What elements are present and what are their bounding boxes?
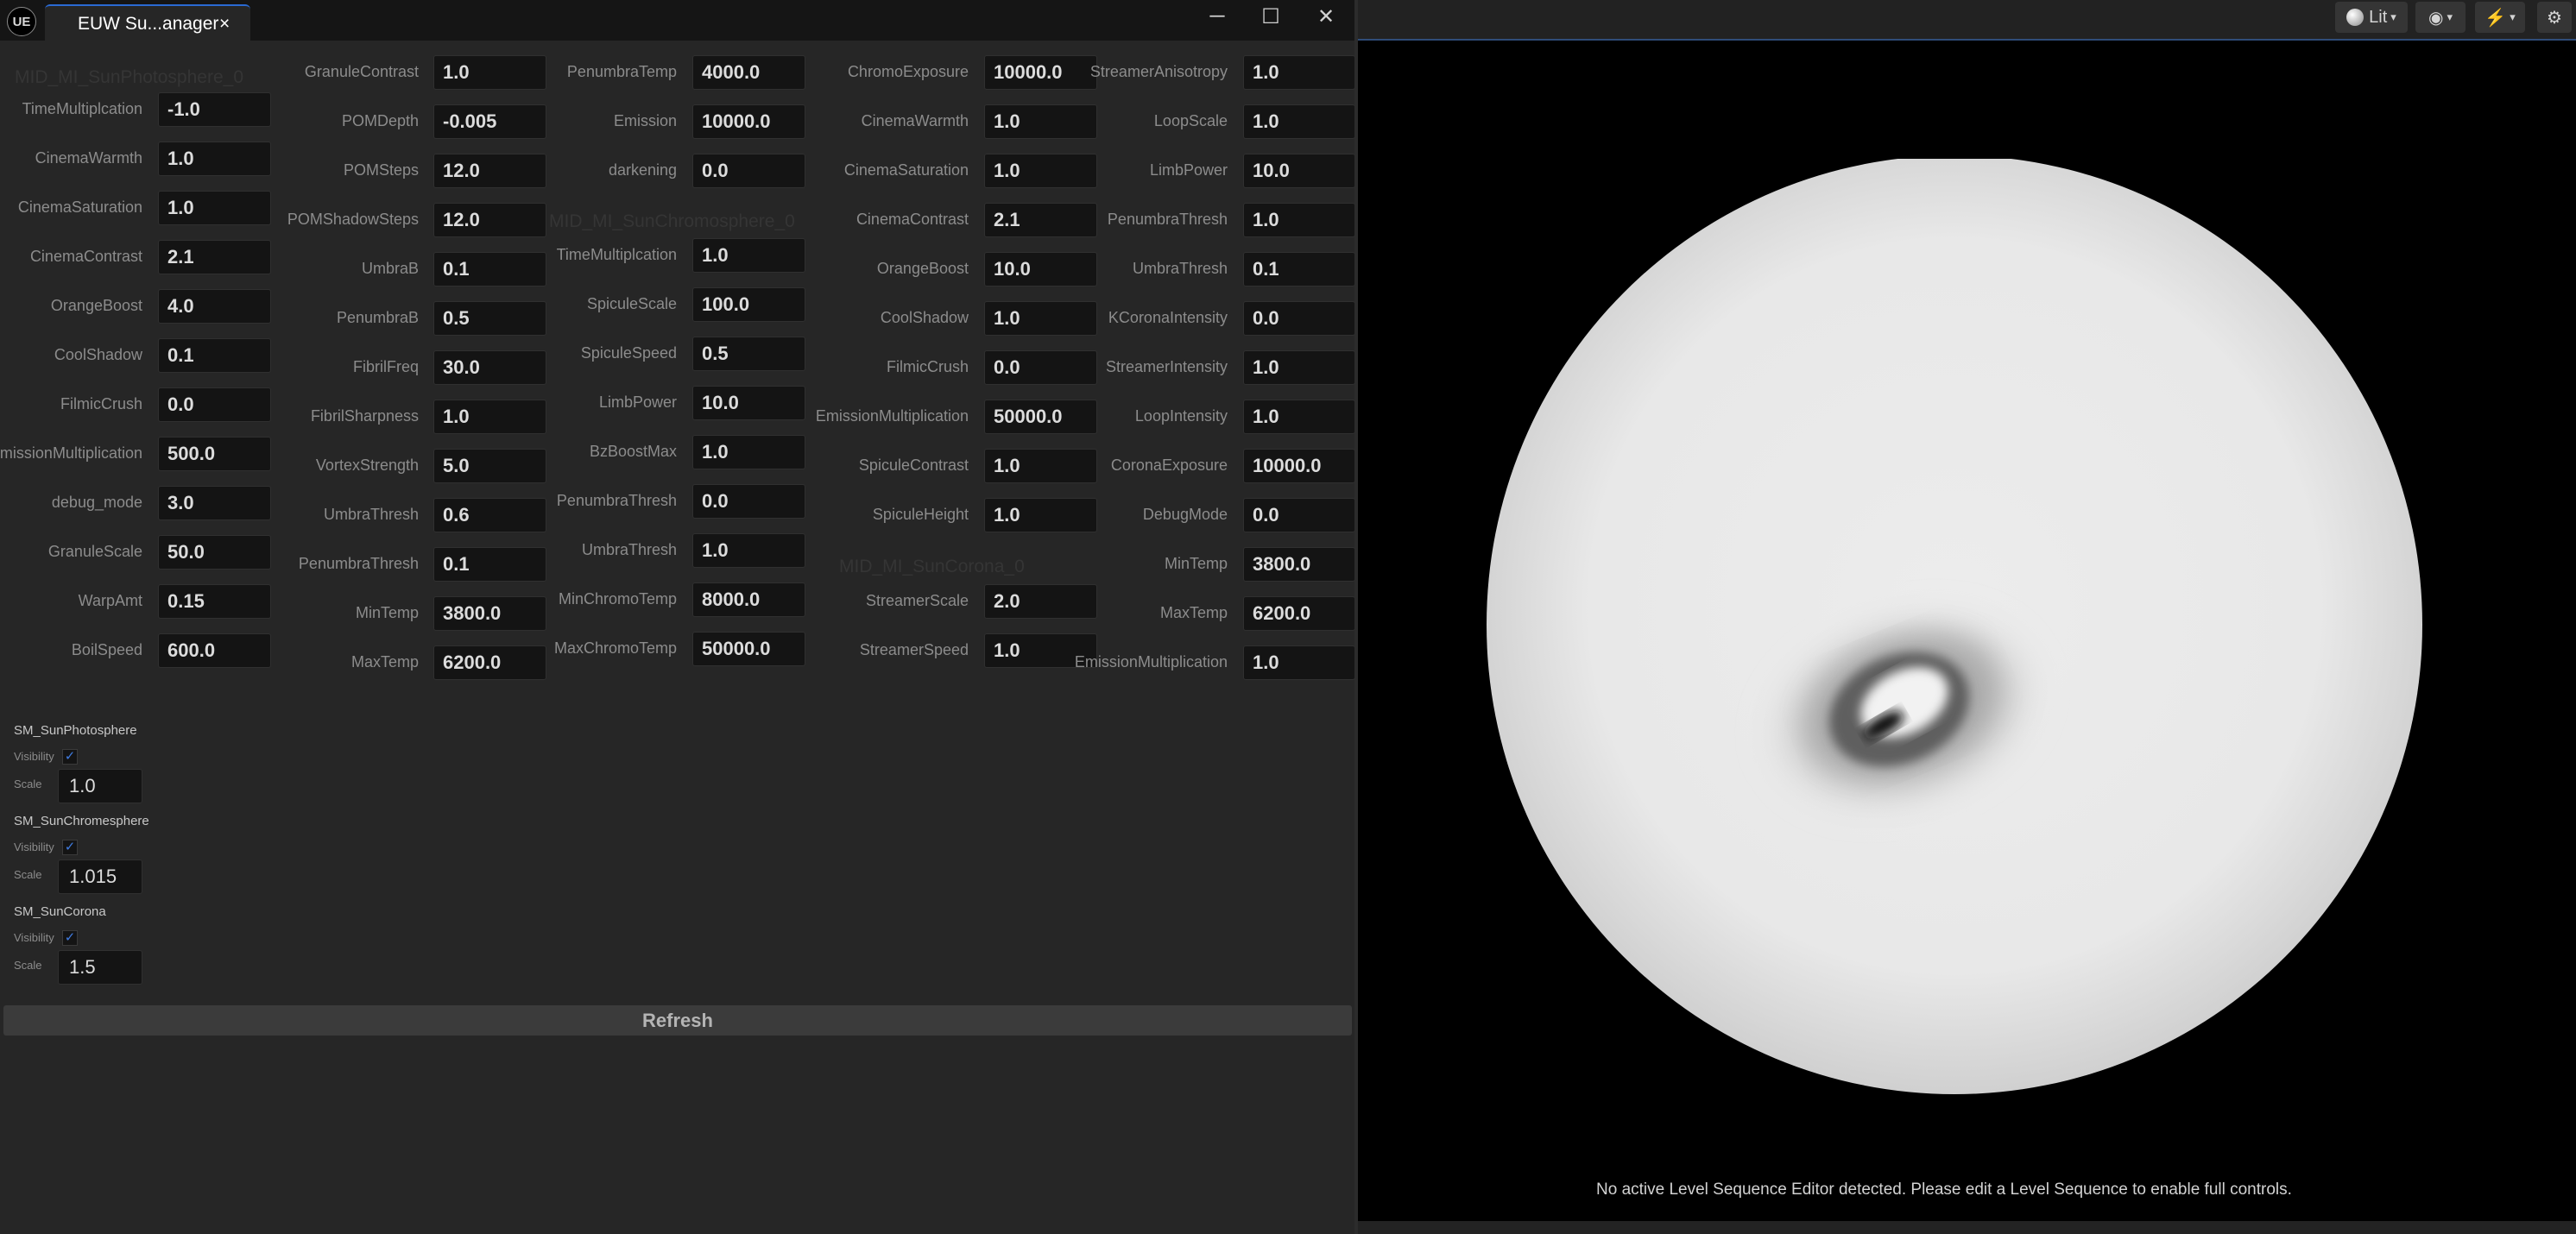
camera-speed-button[interactable]: ⚡ ▾ — [2475, 2, 2525, 33]
eye-icon: ◉ — [2428, 8, 2444, 28]
numeric-input[interactable]: 1.0 — [1243, 55, 1355, 90]
camera-speed-icon: ⚡ — [2484, 8, 2507, 28]
field-value-container: 3800.0 — [1243, 547, 1355, 582]
tab-close-icon[interactable]: × — [219, 14, 230, 35]
field-label: LimbPower — [1149, 161, 1228, 179]
visibility-checkbox[interactable]: ✓ — [62, 840, 78, 855]
gear-icon: ⚙ — [2547, 8, 2562, 28]
field-value-container: 1.0 — [1243, 55, 1355, 90]
visibility-label: Visibility — [14, 931, 54, 944]
scale-label: Scale — [14, 778, 42, 790]
field-value-container: 10.0 — [1243, 154, 1355, 188]
field-value-container: 0.1 — [1243, 252, 1355, 286]
field-label: KCoronaIntensity — [1108, 309, 1228, 326]
field-value-container: 1.0 — [1243, 104, 1355, 139]
field-label: StreamerIntensity — [1105, 358, 1228, 375]
field-row: KCoronaIntensity — [0, 301, 1228, 336]
field-label: DebugMode — [1142, 506, 1228, 523]
viewport-toolbar: Lit ▾ ◉ ▾ ⚡ ▾ ⚙ — [1358, 0, 2576, 41]
field-value-container: 6200.0 — [1243, 596, 1355, 631]
numeric-input[interactable]: 10.0 — [1243, 154, 1355, 188]
field-value-container: 10000.0 — [1243, 449, 1355, 483]
numeric-input[interactable]: 3800.0 — [1243, 547, 1355, 582]
scale-label: Scale — [14, 959, 42, 972]
field-row: StreamerAnisotropy — [0, 55, 1228, 90]
field-value-container: 1.0 — [1243, 203, 1355, 237]
field-label: PenumbraThresh — [1107, 211, 1228, 228]
field-label: EmissionMultiplication — [1074, 653, 1228, 671]
refresh-button[interactable]: Refresh — [3, 1005, 1352, 1036]
close-window-button[interactable]: ✕ — [1300, 2, 1352, 31]
visibility-label: Visibility — [14, 750, 54, 763]
tab-title: EUW Su...anager — [78, 14, 219, 34]
numeric-input[interactable]: 1.0 — [1243, 350, 1355, 385]
field-row: DebugMode — [0, 498, 1228, 532]
field-label: MaxTemp — [1159, 604, 1228, 621]
field-row: LoopScale — [0, 104, 1228, 139]
numeric-input[interactable]: 0.1 — [1243, 252, 1355, 286]
field-row: StreamerIntensity — [0, 350, 1228, 385]
field-row: LoopIntensity — [0, 400, 1228, 434]
view-mode-button[interactable]: Lit ▾ — [2335, 2, 2408, 33]
scale-label: Scale — [14, 868, 42, 881]
tab-euw-sun-manager[interactable]: EUW Su...anager × — [45, 4, 250, 41]
field-value-container: 0.0 — [1243, 498, 1355, 532]
field-value-container: 0.0 — [1243, 301, 1355, 336]
field-row: PenumbraThresh — [0, 203, 1228, 237]
mesh-name: SM_SunCorona — [14, 904, 106, 919]
field-row: CoronaExposure — [0, 449, 1228, 483]
field-value-container: 1.0 — [1243, 645, 1355, 680]
field-label: UmbraThresh — [1132, 260, 1228, 277]
mesh-name: SM_SunChromesphere — [14, 814, 149, 828]
chevron-down-icon: ▾ — [2390, 10, 2396, 23]
field-value-container: 1.0 — [1243, 350, 1355, 385]
numeric-input[interactable]: 0.0 — [1243, 301, 1355, 336]
viewport-bottom-bar — [1358, 1221, 2576, 1234]
field-value-container: 1.0 — [1243, 400, 1355, 434]
view-mode-label: Lit — [2369, 7, 2388, 27]
sun-sphere[interactable] — [1485, 159, 2424, 1098]
field-row: MaxTemp — [0, 596, 1228, 631]
field-label: LoopIntensity — [1134, 407, 1228, 425]
minimize-button[interactable]: ─ — [1191, 2, 1243, 31]
field-label: LoopScale — [1153, 112, 1228, 129]
scale-input[interactable]: 1.5 — [58, 950, 142, 985]
field-row: LimbPower — [0, 154, 1228, 188]
field-row: EmissionMultiplication — [0, 645, 1228, 680]
title-bar: UE EUW Su...anager × ─ ☐ ✕ — [0, 0, 1354, 41]
viewport-settings-button[interactable]: ⚙ — [2537, 2, 2572, 33]
field-label: MinTemp — [1164, 555, 1228, 572]
field-row: UmbraThresh — [0, 252, 1228, 286]
scale-input[interactable]: 1.015 — [58, 859, 142, 894]
numeric-input[interactable]: 0.0 — [1243, 498, 1355, 532]
mesh-name: SM_SunPhotosphere — [14, 723, 137, 738]
editor-utility-panel: UE EUW Su...anager × ─ ☐ ✕ MID_MI_SunPho… — [0, 0, 1355, 1234]
check-icon: ✓ — [64, 930, 76, 945]
numeric-input[interactable]: 1.0 — [1243, 645, 1355, 680]
lit-sphere-icon — [2346, 9, 2364, 26]
field-label: StreamerAnisotropy — [1089, 63, 1228, 80]
numeric-input[interactable]: 1.0 — [1243, 400, 1355, 434]
visibility-checkbox[interactable]: ✓ — [62, 930, 78, 946]
chevron-down-icon: ▾ — [2447, 10, 2453, 23]
scale-input[interactable]: 1.0 — [58, 769, 142, 803]
chevron-down-icon: ▾ — [2510, 10, 2516, 23]
numeric-input[interactable]: 10000.0 — [1243, 449, 1355, 483]
maximize-button[interactable]: ☐ — [1245, 2, 1297, 31]
numeric-input[interactable]: 1.0 — [1243, 203, 1355, 237]
check-icon: ✓ — [64, 749, 76, 764]
level-sequence-message: No active Level Sequence Editor detected… — [1596, 1180, 2292, 1199]
field-label: CoronaExposure — [1110, 456, 1228, 474]
check-icon: ✓ — [64, 840, 76, 854]
show-flags-button[interactable]: ◉ ▾ — [2415, 2, 2466, 33]
visibility-label: Visibility — [14, 841, 54, 853]
numeric-input[interactable]: 6200.0 — [1243, 596, 1355, 631]
visibility-checkbox[interactable]: ✓ — [62, 749, 78, 765]
field-row: MinTemp — [0, 547, 1228, 582]
numeric-input[interactable]: 1.0 — [1243, 104, 1355, 139]
unreal-logo-icon: UE — [7, 7, 36, 36]
